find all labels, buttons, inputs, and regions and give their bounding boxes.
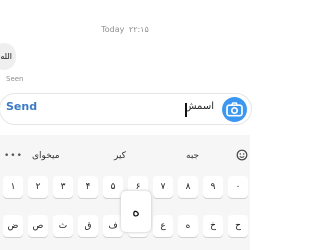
key-letter[interactable]: ق: [78, 215, 98, 237]
key-letter[interactable]: ه: [178, 215, 198, 237]
message-timestamp: Today ۲۲:۱۵: [0, 25, 250, 34]
suggestion-1[interactable]: میخوای: [32, 151, 60, 161]
key-press-preview: ه: [121, 191, 151, 232]
received-message-bubble[interactable]: الله: [0, 43, 16, 70]
suggestion-3[interactable]: جبه: [186, 151, 199, 161]
camera-button[interactable]: [222, 97, 247, 122]
key-letter[interactable]: ض: [3, 215, 23, 237]
key-letter[interactable]: ص: [28, 215, 48, 237]
camera-icon: [226, 102, 243, 117]
key-letter[interactable]: خ: [203, 215, 223, 237]
key-number[interactable]: ۱: [3, 176, 23, 198]
emoji-icon[interactable]: [236, 149, 248, 164]
key-number[interactable]: ۷: [153, 176, 173, 198]
key-letter[interactable]: ح: [228, 215, 248, 237]
key-number[interactable]: ۲: [28, 176, 48, 198]
seen-receipt: Seen: [6, 75, 24, 83]
key-number[interactable]: ۸: [178, 176, 198, 198]
key-number[interactable]: ۵: [103, 176, 123, 198]
timestamp-time: ۲۲:۱۵: [128, 25, 149, 34]
key-letter[interactable]: ع: [153, 215, 173, 237]
key-letter[interactable]: ف: [103, 215, 123, 237]
text-cursor: [185, 103, 187, 117]
suggestion-2[interactable]: کیر: [114, 151, 126, 161]
send-button[interactable]: Send: [6, 100, 37, 113]
key-number[interactable]: ۰: [228, 176, 248, 198]
message-composer: Send اسمش: [0, 93, 252, 125]
key-number[interactable]: ۴: [78, 176, 98, 198]
keyboard-menu-button[interactable]: •••: [4, 151, 23, 161]
suggestion-bar: ••• میخوای کیر جبه: [0, 135, 250, 175]
key-number[interactable]: ۹: [203, 176, 223, 198]
key-letter[interactable]: ث: [53, 215, 73, 237]
key-number[interactable]: ۳: [53, 176, 73, 198]
timestamp-day: Today: [101, 25, 125, 34]
message-input[interactable]: اسمش: [150, 101, 214, 112]
